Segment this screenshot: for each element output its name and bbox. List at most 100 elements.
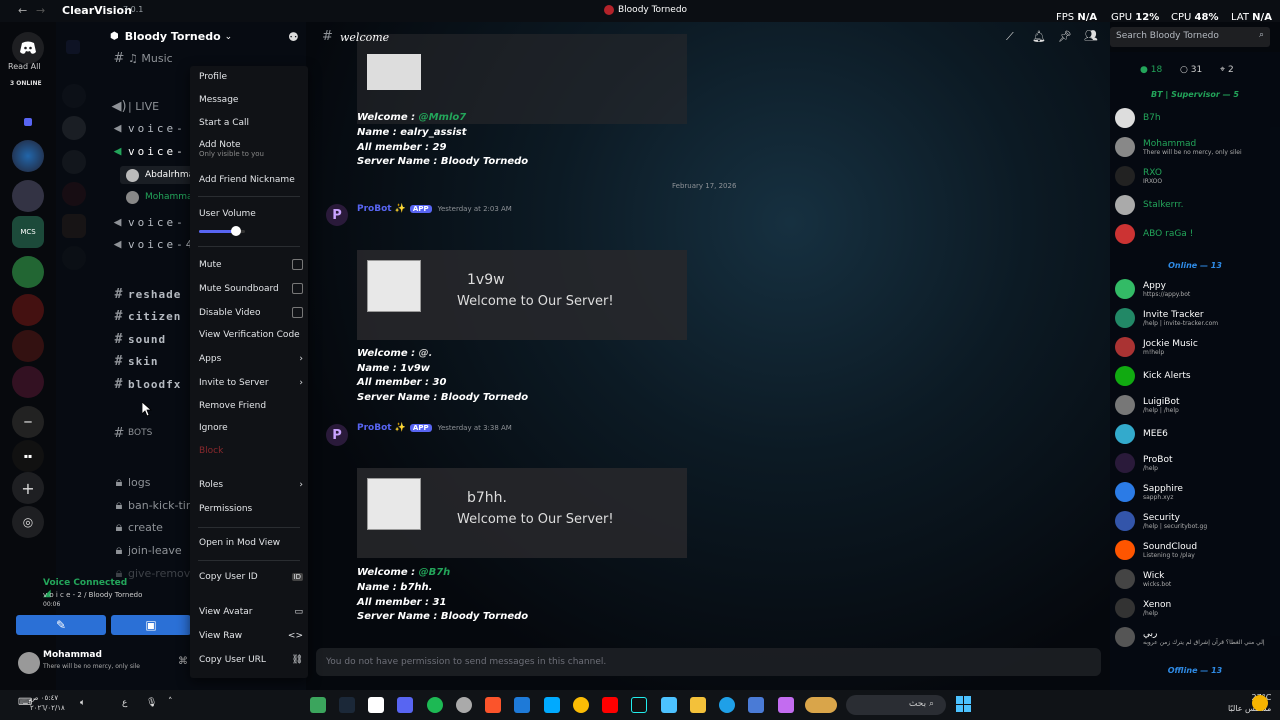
start-button[interactable] bbox=[956, 696, 972, 712]
member-item[interactable]: ABO raGa ! bbox=[1115, 223, 1280, 245]
member-item[interactable]: Invite Tracker/help | invite-tracker.com bbox=[1115, 307, 1280, 329]
menu-remove-friend[interactable]: Remove Friend bbox=[199, 401, 303, 411]
forward-arrow-icon[interactable]: → bbox=[36, 4, 45, 17]
probot-avatar[interactable]: P bbox=[326, 204, 348, 226]
menu-open-mod-view[interactable]: Open in Mod View bbox=[199, 538, 303, 548]
file-explorer-icon[interactable] bbox=[690, 697, 706, 713]
steam-icon[interactable] bbox=[339, 697, 355, 713]
search-input[interactable]: Search Bloody Tornedo ⌕ bbox=[1110, 27, 1270, 47]
menu-permissions[interactable]: Permissions bbox=[199, 504, 303, 514]
checkbox[interactable] bbox=[292, 283, 303, 294]
menu-view-raw[interactable]: View Raw <> bbox=[199, 631, 303, 641]
menu-block[interactable]: Block bbox=[199, 446, 303, 456]
app-icon-9[interactable] bbox=[544, 697, 560, 713]
pin-icon[interactable]: 📌︎ bbox=[1058, 30, 1072, 43]
channel-music[interactable]: # ♫ Music bbox=[110, 48, 250, 68]
menu-ignore[interactable]: Ignore bbox=[199, 423, 303, 433]
folder-icon[interactable] bbox=[24, 118, 32, 126]
brave-icon[interactable] bbox=[485, 697, 501, 713]
member-item[interactable]: MEE6 bbox=[1115, 423, 1280, 445]
server-icon-4[interactable] bbox=[12, 256, 44, 288]
checkbox[interactable] bbox=[292, 259, 303, 270]
member-item[interactable]: LuigiBot/help | /help bbox=[1115, 394, 1280, 416]
chrome-icon[interactable] bbox=[573, 697, 589, 713]
member-item[interactable]: SoundCloud Listening to /play bbox=[1115, 539, 1280, 561]
mic-icon[interactable]: 🎙︎ bbox=[146, 698, 157, 708]
menu-view-avatar[interactable]: View Avatar ▭ bbox=[199, 607, 303, 617]
server-icon-1[interactable] bbox=[12, 140, 44, 172]
member-item[interactable]: Stalkerrr. bbox=[1115, 194, 1280, 216]
menu-copy-user-url[interactable]: Copy User URL ⛓ bbox=[199, 655, 303, 665]
add-server-icon[interactable]: + bbox=[12, 472, 44, 504]
bot-name[interactable]: ProBot bbox=[357, 423, 392, 433]
menu-profile[interactable]: Profile bbox=[199, 72, 303, 82]
menu-copy-user-id[interactable]: Copy User ID ID bbox=[199, 572, 303, 582]
edge-icon[interactable] bbox=[719, 697, 735, 713]
server-icon-6[interactable] bbox=[12, 330, 44, 362]
bell-icon[interactable]: 🔔︎ bbox=[1032, 30, 1046, 43]
member-item[interactable]: RXO IRXOO bbox=[1115, 165, 1280, 187]
menu-start-call[interactable]: Start a Call bbox=[199, 118, 303, 128]
checkbox[interactable] bbox=[292, 307, 303, 318]
member-item[interactable]: ProBot/help bbox=[1115, 452, 1280, 474]
mention[interactable]: @B7h bbox=[419, 567, 451, 578]
tray-chevron-icon[interactable]: ˄ bbox=[168, 697, 173, 707]
app-icon-1[interactable] bbox=[310, 697, 326, 713]
language-indicator[interactable]: ع bbox=[122, 698, 127, 708]
voice-channel-info[interactable]: v o i c e - 2 / Bloody Tornedo bbox=[43, 591, 142, 599]
menu-add-note[interactable]: Add Note Only visible to you bbox=[199, 140, 303, 158]
menu-roles[interactable]: Roles › bbox=[199, 480, 303, 490]
store-icon[interactable] bbox=[661, 697, 677, 713]
taskbar-search[interactable]: بحث ⌕ bbox=[846, 695, 946, 715]
spotify-icon[interactable] bbox=[427, 697, 443, 713]
app-icon-8[interactable] bbox=[514, 697, 530, 713]
screen-share-button[interactable]: ▣ bbox=[111, 615, 191, 635]
video-off-button[interactable]: ✎ bbox=[16, 615, 106, 635]
menu-view-verification[interactable]: View Verification Code bbox=[199, 330, 303, 340]
menu-disable-video[interactable]: Disable Video bbox=[199, 307, 303, 318]
member-item[interactable]: Sapphire sapph.xyz bbox=[1115, 481, 1280, 503]
app-icon-3[interactable] bbox=[368, 697, 384, 713]
menu-mute-soundboard[interactable]: Mute Soundboard bbox=[199, 283, 303, 294]
discord-home-icon[interactable] bbox=[12, 32, 44, 64]
server-icon-9[interactable]: ▪▪ bbox=[12, 440, 44, 472]
volume-icon[interactable]: 🔈︎ bbox=[80, 698, 85, 708]
member-item[interactable]: Kick Alerts bbox=[1115, 365, 1280, 387]
app-icon-16[interactable] bbox=[748, 697, 764, 713]
server-icon-7[interactable] bbox=[12, 366, 44, 398]
member-item[interactable]: Appy https://appy.bot bbox=[1115, 278, 1280, 300]
discord-taskbar-icon[interactable] bbox=[397, 697, 413, 713]
add-member-icon[interactable]: ⚉ bbox=[288, 30, 299, 44]
threads-icon[interactable]: ⟋ bbox=[1006, 30, 1014, 44]
menu-message[interactable]: Message bbox=[199, 95, 303, 105]
server-icon-8[interactable]: ━━ bbox=[12, 406, 44, 438]
tiktok-icon[interactable] bbox=[631, 697, 647, 713]
volume-knob[interactable] bbox=[230, 226, 241, 236]
probot-avatar[interactable]: P bbox=[326, 424, 348, 446]
menu-mute[interactable]: Mute bbox=[199, 259, 303, 270]
explore-icon[interactable]: ◎ bbox=[12, 506, 44, 538]
back-arrow-icon[interactable]: ← bbox=[18, 4, 27, 17]
mention[interactable]: @Mmlo7 bbox=[419, 112, 467, 123]
volume-slider[interactable] bbox=[199, 226, 245, 236]
menu-invite[interactable]: Invite to Server › bbox=[199, 378, 303, 388]
read-all-button[interactable]: Read All bbox=[8, 62, 41, 71]
server-icon-5[interactable] bbox=[12, 294, 44, 326]
controller-icon[interactable]: ⌘ bbox=[178, 656, 188, 667]
youtube-icon[interactable] bbox=[602, 697, 618, 713]
server-icon-3[interactable]: MCS bbox=[12, 216, 44, 248]
member-item[interactable]: ربي إلي مني الغطا؟ قرآن إشراق لم يترك زمن… bbox=[1115, 626, 1280, 648]
member-item[interactable]: B7h bbox=[1115, 107, 1280, 129]
server-header[interactable]: ⬢ Bloody Tornedo ⌄ bbox=[110, 30, 232, 43]
settings-icon[interactable] bbox=[456, 697, 472, 713]
clock[interactable]: ٠٥:٤٧ ص ٢٠٢٦/٠٢/١٨ bbox=[30, 693, 65, 713]
copilot-icon[interactable] bbox=[778, 697, 794, 713]
menu-apps[interactable]: Apps › bbox=[199, 354, 303, 364]
member-item[interactable]: Wick wicks.bot bbox=[1115, 568, 1280, 590]
server-icon-2[interactable] bbox=[12, 180, 44, 212]
member-item[interactable]: Jockie Music m!help bbox=[1115, 336, 1280, 358]
member-item[interactable]: Mohammad There will be no mercy, only sil… bbox=[1115, 136, 1280, 158]
widgets-icon[interactable] bbox=[805, 697, 837, 713]
members-icon[interactable]: 👥︎ bbox=[1084, 29, 1098, 42]
menu-add-friend-nickname[interactable]: Add Friend Nickname bbox=[199, 175, 303, 185]
